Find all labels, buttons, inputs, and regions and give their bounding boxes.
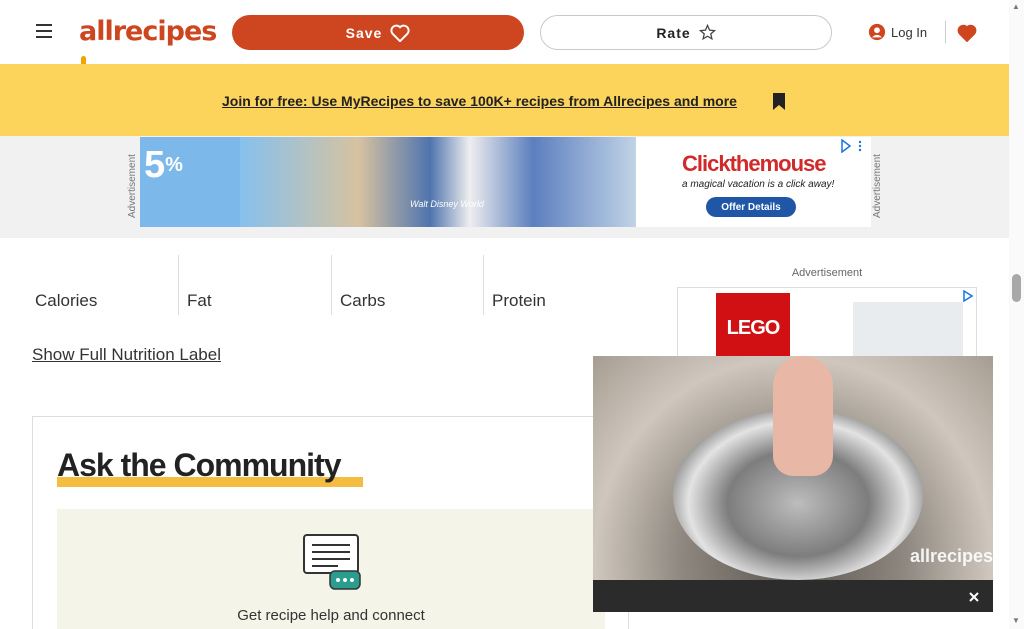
hamburger-icon[interactable] <box>31 17 57 45</box>
video-frame: allrecipes <box>593 356 993 580</box>
page: allrecipes Save Rate Log In Join for fre… <box>0 0 1024 629</box>
community-title: Ask the Community <box>57 447 341 483</box>
scroll-thumb[interactable] <box>1012 274 1021 302</box>
header-divider <box>945 21 946 43</box>
carbs-value <box>337 256 477 283</box>
side-banner-ad[interactable]: LEGO <box>677 287 977 367</box>
community-box: Get recipe help and connect <box>57 509 605 629</box>
nutrition-divider <box>178 255 179 315</box>
ad-discount-panel: 5% <box>140 137 240 227</box>
community-text: Get recipe help and connect <box>237 607 425 624</box>
video-player[interactable]: allrecipes <box>593 356 993 612</box>
saved-heart-icon[interactable] <box>955 19 979 47</box>
side-ad-label: Advertisement <box>791 267 863 279</box>
nutrition-divider <box>483 255 484 315</box>
user-icon <box>868 23 886 41</box>
scroll-up-arrow-icon[interactable]: ▲ <box>1012 2 1020 11</box>
join-myrecipes-link[interactable]: Join for free: Use MyRecipes to save 100… <box>222 90 757 112</box>
close-video-icon[interactable] <box>963 586 985 608</box>
ad-label-right: Advertisement <box>872 154 883 218</box>
ad-discount: 5% <box>144 145 183 185</box>
star-icon <box>698 24 716 41</box>
allrecipes-logo[interactable]: allrecipes <box>79 14 217 78</box>
lego-logo: LEGO <box>716 293 790 363</box>
site-header: allrecipes Save Rate Log In <box>0 0 1009 78</box>
ad-photo: Walt Disney World <box>240 137 636 227</box>
scroll-down-arrow-icon[interactable]: ▼ <box>1012 616 1020 625</box>
offer-details-button[interactable]: Offer Details <box>706 197 796 217</box>
ad-tagline: a magical vacation is a click away! <box>682 179 835 190</box>
bookmark-icon[interactable] <box>770 92 788 111</box>
rate-button-label: Rate <box>656 24 691 41</box>
adchoices-icon[interactable] <box>840 138 866 154</box>
logo-text: allrecipes <box>79 16 217 47</box>
save-button[interactable]: Save <box>232 15 524 50</box>
ad-offer-panel: Clickthemouse a magical vacation is a cl… <box>636 137 871 227</box>
fat-value <box>184 256 324 283</box>
adchoices-icon[interactable] <box>962 290 974 302</box>
save-button-label: Save <box>345 24 383 41</box>
login-link[interactable]: Log In <box>868 19 934 45</box>
clickthemouse-logo: Clickthemouse <box>682 151 826 176</box>
nutrition-divider <box>331 255 332 315</box>
fat-label: Fat <box>187 291 212 310</box>
show-full-nutrition-link[interactable]: Show Full Nutrition Label <box>32 342 223 368</box>
ad-percent-sign: % <box>165 154 183 176</box>
protein-value <box>489 256 629 283</box>
protein-label: Protein <box>492 291 546 310</box>
disney-world-logo: Walt Disney World <box>410 199 484 209</box>
top-banner-ad[interactable]: 5% Walt Disney World Clickthemouse a mag… <box>140 137 871 227</box>
login-label: Log In <box>891 24 928 40</box>
calories-label: Calories <box>35 291 98 310</box>
video-controls-bar[interactable] <box>593 580 993 612</box>
video-watermark: allrecipes <box>910 546 993 566</box>
promo-banner: Join for free: Use MyRecipes to save 100… <box>0 64 1009 136</box>
ad-percent-value: 5 <box>144 144 166 186</box>
hand-image <box>773 356 833 476</box>
page-scrollbar[interactable]: ▲ ▼ <box>1009 0 1024 629</box>
rate-button[interactable]: Rate <box>540 15 832 50</box>
chat-bubble-icon <box>303 534 361 590</box>
ad-label-left: Advertisement <box>127 154 138 218</box>
heart-icon <box>390 24 410 42</box>
ask-community-card: Ask the Community Get recipe help and co… <box>32 416 629 629</box>
calories-value <box>32 256 172 283</box>
carbs-label: Carbs <box>340 291 386 310</box>
